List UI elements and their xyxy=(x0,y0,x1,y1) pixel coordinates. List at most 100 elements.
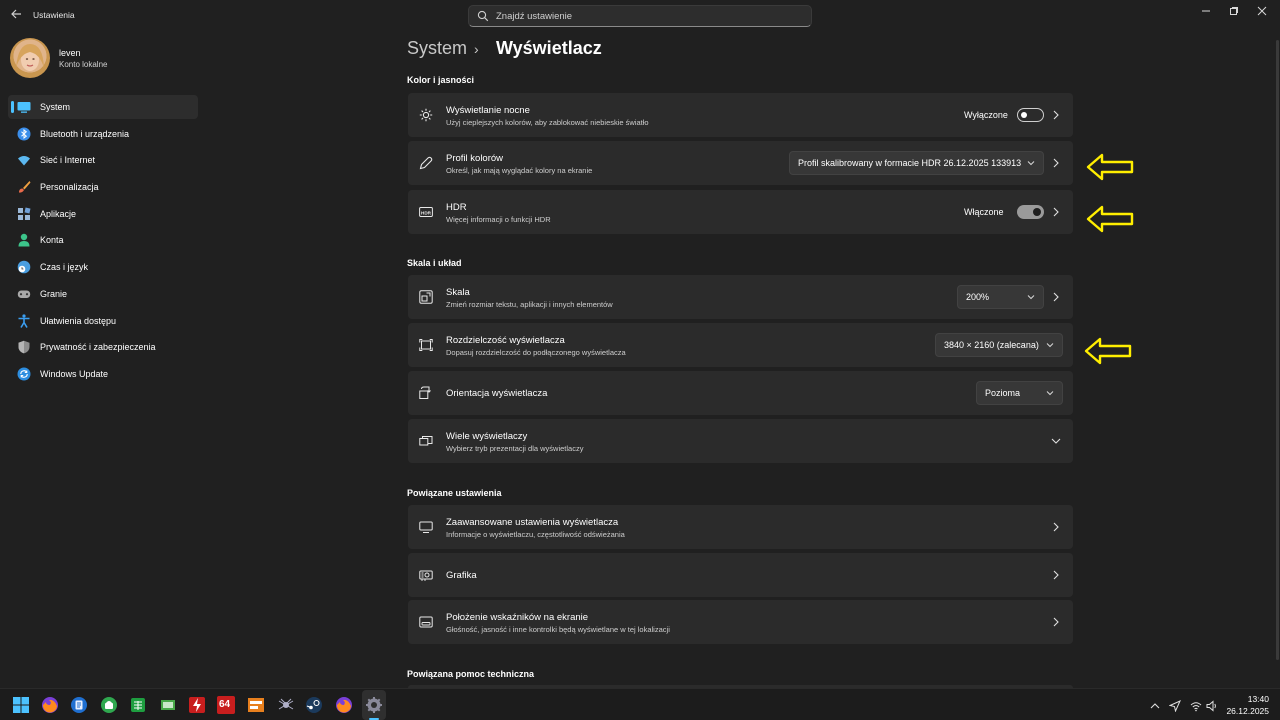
annotation-arrow-icon xyxy=(1086,153,1134,181)
graphics-card-icon xyxy=(419,570,433,581)
color-profile-card[interactable]: Profil kolorów Określ, jak mają wyglądać… xyxy=(408,141,1073,185)
steam-icon[interactable] xyxy=(304,695,324,715)
graphics-title: Grafika xyxy=(446,570,477,581)
windows-start-icon[interactable] xyxy=(11,695,31,715)
sidebar-item-label: Windows Update xyxy=(40,368,109,379)
taskbar-time[interactable]: 13:40 xyxy=(1248,694,1269,704)
chevron-right-icon[interactable] xyxy=(1051,521,1061,533)
monitor-icon xyxy=(419,521,433,533)
chevron-right-icon[interactable] xyxy=(1051,569,1061,581)
sidebar-item-label: System xyxy=(40,102,71,112)
advanced-display-card[interactable]: Zaawansowane ustawienia wyświetlacza Inf… xyxy=(408,505,1073,549)
chevron-right-icon[interactable] xyxy=(1051,109,1061,121)
avatar[interactable] xyxy=(10,38,50,78)
firefox-icon[interactable] xyxy=(334,695,354,715)
firefox-icon[interactable] xyxy=(40,695,60,715)
annotation-arrow-icon xyxy=(1084,337,1132,365)
bluetooth-icon xyxy=(17,127,31,141)
scale-card[interactable]: Skala Zmień rozmiar tekstu, aplikacji i … xyxy=(408,275,1073,319)
update-icon xyxy=(17,367,31,381)
night-light-title: Wyświetlanie nocne xyxy=(446,105,530,116)
lightning-app-icon[interactable] xyxy=(187,695,207,715)
chevron-right-icon[interactable] xyxy=(1051,291,1061,303)
sidebar-nav: System Bluetooth i urządzenia Sieć i Int… xyxy=(8,95,198,389)
chevron-right-icon[interactable] xyxy=(1051,616,1061,628)
scrollbar[interactable] xyxy=(1276,40,1279,660)
sidebar-item-label: Ułatwienia dostępu xyxy=(40,315,117,326)
hdr-icon: HDR xyxy=(419,207,433,217)
back-arrow-icon[interactable] xyxy=(8,8,24,24)
sidebar-item-apps[interactable]: Aplikacje xyxy=(8,202,198,226)
settings-gear-icon[interactable] xyxy=(364,695,384,715)
sidebar-item-label: Czas i język xyxy=(40,262,89,273)
sidebar-item-accessibility[interactable]: Ułatwienia dostępu xyxy=(8,309,198,333)
chevron-right-icon[interactable] xyxy=(1051,157,1061,169)
profile-account-type: Konto lokalne xyxy=(59,60,108,69)
wifi-icon xyxy=(18,156,30,166)
night-light-subtitle: Użyj cieplejszych kolorów, aby zablokowa… xyxy=(446,118,649,127)
sidebar-item-privacy[interactable]: Prywatność i zabezpieczenia xyxy=(8,335,198,359)
aida64-label: 64 xyxy=(219,699,231,710)
scale-value: 200% xyxy=(966,292,990,302)
resolution-subtitle: Dopasuj rozdzielczość do podłączonego wy… xyxy=(446,348,626,357)
chevron-right-icon[interactable] xyxy=(1051,206,1061,218)
orientation-value: Pozioma xyxy=(985,388,1021,398)
hdr-subtitle[interactable]: Więcej informacji o funkcji HDR xyxy=(446,215,551,224)
speaker-icon[interactable] xyxy=(1206,700,1218,712)
sidebar-item-gaming[interactable]: Granie xyxy=(8,282,198,306)
gpu-tool-icon[interactable] xyxy=(158,695,178,715)
scale-dropdown[interactable]: 200% xyxy=(957,285,1044,309)
night-light-card[interactable]: Wyświetlanie nocne Użyj cieplejszych kol… xyxy=(408,93,1073,137)
sidebar-item-time-language[interactable]: Czas i język xyxy=(8,255,198,279)
sidebar-item-bluetooth[interactable]: Bluetooth i urządzenia xyxy=(8,122,198,146)
sidebar-item-label: Prywatność i zabezpieczenia xyxy=(40,342,156,353)
graphics-card[interactable]: Grafika xyxy=(408,553,1073,597)
section-title-help: Powiązana pomoc techniczna xyxy=(407,669,535,679)
search-icon xyxy=(477,10,489,22)
app-icon[interactable] xyxy=(69,695,89,715)
night-light-status: Wyłączone xyxy=(964,110,1008,120)
orientation-dropdown[interactable]: Pozioma xyxy=(976,381,1063,405)
spreadsheet-icon[interactable] xyxy=(128,695,148,715)
multi-display-card[interactable]: Wiele wyświetlaczy Wybierz tryb prezenta… xyxy=(408,419,1073,463)
breadcrumb-parent[interactable]: System xyxy=(407,38,467,59)
orientation-card[interactable]: Orientacja wyświetlacza Pozioma xyxy=(408,371,1073,415)
hdr-card[interactable]: HDR HDR Więcej informacji o funkcji HDR … xyxy=(408,190,1073,234)
resolution-title: Rozdzielczość wyświetlacza xyxy=(446,335,565,346)
resolution-dropdown[interactable]: 3840 × 2160 (zalecana) xyxy=(935,333,1063,357)
sidebar-item-label: Konta xyxy=(40,235,64,246)
indicator-position-subtitle: Głośność, jasność i inne kontrolki będą … xyxy=(446,625,670,634)
orientation-icon xyxy=(419,386,431,399)
color-profile-dropdown[interactable]: Profil skalibrowany w formacie HDR 26.12… xyxy=(789,151,1044,175)
location-icon[interactable] xyxy=(1169,700,1181,712)
multi-display-title: Wiele wyświetlaczy xyxy=(446,431,528,442)
chevron-down-icon[interactable] xyxy=(1050,436,1062,446)
cpu-tool-icon[interactable] xyxy=(246,695,266,715)
night-light-toggle[interactable] xyxy=(1017,108,1044,122)
close-icon[interactable] xyxy=(1254,6,1270,19)
spider-app-icon[interactable] xyxy=(276,695,296,715)
chevron-up-icon[interactable] xyxy=(1149,700,1161,712)
chevron-down-icon xyxy=(1046,391,1054,396)
sidebar-item-network[interactable]: Sieć i Internet xyxy=(8,148,198,172)
wifi-icon[interactable] xyxy=(1190,700,1202,712)
sidebar-item-accounts[interactable]: Konta xyxy=(8,228,198,252)
indicator-position-card[interactable]: Położenie wskaźników na ekranie Głośność… xyxy=(408,600,1073,644)
android-app-icon[interactable] xyxy=(99,695,119,715)
sidebar-item-personalization[interactable]: Personalizacja xyxy=(8,175,198,199)
indicator-position-title: Położenie wskaźników na ekranie xyxy=(446,612,589,623)
hdr-title: HDR xyxy=(446,202,467,213)
color-profile-title: Profil kolorów xyxy=(446,153,504,164)
sidebar-item-windows-update[interactable]: Windows Update xyxy=(8,362,198,386)
accessibility-icon xyxy=(18,313,30,328)
hdr-toggle[interactable] xyxy=(1017,205,1044,219)
annotation-arrow-icon xyxy=(1086,205,1134,233)
search-box[interactable]: Znajdź ustawienie xyxy=(468,5,812,27)
resolution-card[interactable]: Rozdzielczość wyświetlacza Dopasuj rozdz… xyxy=(408,323,1073,367)
sidebar-item-system[interactable]: System xyxy=(8,95,198,119)
minimize-icon[interactable] xyxy=(1198,6,1214,19)
restore-icon[interactable] xyxy=(1226,6,1242,19)
page-title: Wyświetlacz xyxy=(496,38,602,58)
scale-subtitle: Zmień rozmiar tekstu, aplikacji i innych… xyxy=(446,300,613,309)
taskbar-date[interactable]: 26.12.2025 xyxy=(1226,706,1269,716)
